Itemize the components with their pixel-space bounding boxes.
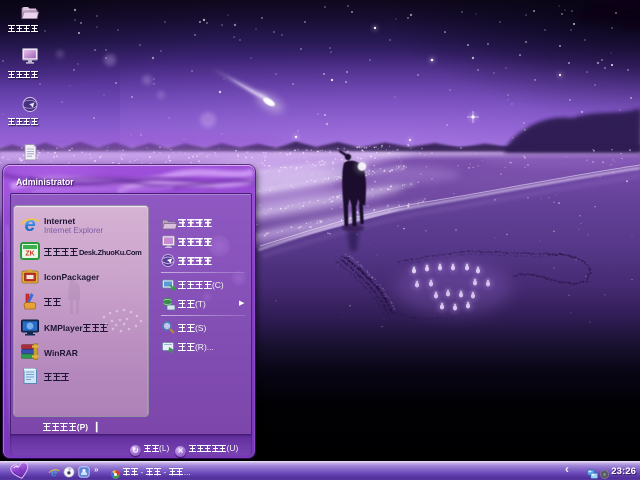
svg-text:e: e xyxy=(51,466,58,478)
